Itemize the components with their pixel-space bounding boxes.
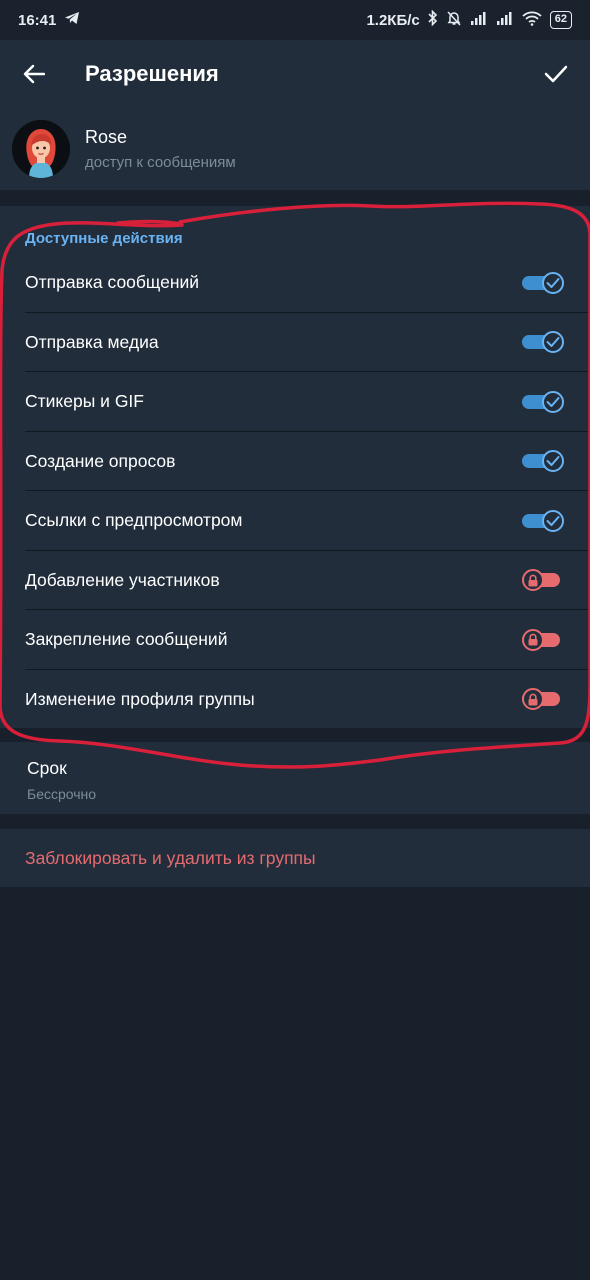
permission-row-send-media[interactable]: Отправка медиа bbox=[0, 313, 590, 372]
ban-label: Заблокировать и удалить из группы bbox=[25, 847, 316, 868]
permission-label: Создание опросов bbox=[25, 450, 176, 471]
status-bar: 16:41 1.2КБ/с 62 bbox=[0, 0, 590, 40]
lock-icon bbox=[522, 628, 544, 651]
lock-icon bbox=[522, 569, 544, 592]
status-time: 16:41 bbox=[18, 11, 57, 29]
section-header: Доступные действия bbox=[25, 230, 183, 247]
permission-row-change-group-info[interactable]: Изменение профиля группы bbox=[0, 670, 590, 730]
check-icon bbox=[542, 331, 564, 354]
ban-and-remove-button[interactable]: Заблокировать и удалить из группы bbox=[0, 829, 590, 887]
permission-toggle[interactable] bbox=[522, 628, 564, 652]
signal-icon bbox=[470, 11, 488, 29]
battery-icon: 62 bbox=[549, 11, 572, 29]
permission-toggle[interactable] bbox=[522, 449, 564, 473]
user-info: Rose доступ к сообщениям bbox=[0, 108, 590, 190]
permission-label: Добавление участников bbox=[25, 569, 220, 590]
permission-toggle[interactable] bbox=[522, 330, 564, 354]
check-icon bbox=[542, 390, 564, 413]
permission-toggle[interactable] bbox=[522, 390, 564, 414]
permission-row-create-polls[interactable]: Создание опросов bbox=[0, 432, 590, 491]
duration-label: Срок bbox=[27, 758, 67, 778]
permission-label: Ссылки с предпросмотром bbox=[25, 510, 243, 531]
checkmark-icon bbox=[544, 65, 568, 83]
save-button[interactable] bbox=[522, 40, 590, 108]
duration-setting[interactable]: Срок Бессрочно bbox=[0, 742, 590, 814]
page-title: Разрешения bbox=[85, 61, 219, 86]
permission-row-stickers-gif[interactable]: Стикеры и GIF bbox=[0, 372, 590, 432]
permission-label: Стикеры и GIF bbox=[25, 391, 144, 412]
telegram-icon bbox=[64, 11, 80, 29]
back-button[interactable] bbox=[0, 40, 68, 108]
permissions-section: Доступные действия Отправка сообщений От… bbox=[0, 206, 590, 728]
mute-icon bbox=[446, 10, 462, 30]
permission-row-add-members[interactable]: Добавление участников bbox=[0, 551, 590, 610]
user-text: Rose доступ к сообщениям bbox=[85, 127, 236, 171]
user-subtitle: доступ к сообщениям bbox=[85, 154, 236, 171]
user-name: Rose bbox=[85, 127, 128, 147]
signal-icon bbox=[496, 11, 514, 29]
permission-toggle[interactable] bbox=[522, 271, 564, 295]
duration-value: Бессрочно bbox=[27, 786, 97, 802]
status-right: 1.2КБ/с 62 bbox=[366, 9, 572, 30]
permission-row-link-previews[interactable]: Ссылки с предпросмотром bbox=[0, 491, 590, 551]
permission-toggle[interactable] bbox=[522, 509, 564, 533]
network-speed: 1.2КБ/с bbox=[366, 11, 420, 29]
check-icon bbox=[542, 509, 564, 532]
permissions-screen: 16:41 1.2КБ/с 62 Разрешения Rose доступ … bbox=[0, 0, 590, 1280]
permission-label: Изменение профиля группы bbox=[25, 688, 255, 709]
permission-row-pin-messages[interactable]: Закрепление сообщений bbox=[0, 610, 590, 670]
header: Разрешения bbox=[0, 40, 590, 108]
avatar bbox=[12, 120, 70, 178]
permission-label: Отправка медиа bbox=[25, 331, 159, 352]
permission-row-send-messages[interactable]: Отправка сообщений bbox=[0, 253, 590, 313]
permission-label: Отправка сообщений bbox=[25, 272, 200, 293]
bluetooth-icon bbox=[428, 9, 438, 30]
permission-toggle[interactable] bbox=[522, 687, 564, 711]
check-icon bbox=[542, 271, 564, 294]
check-icon bbox=[542, 450, 564, 473]
status-left: 16:41 bbox=[18, 11, 80, 29]
permission-toggle[interactable] bbox=[522, 568, 564, 592]
arrow-left-icon bbox=[23, 64, 45, 84]
permission-label: Закрепление сообщений bbox=[25, 629, 228, 650]
wifi-icon bbox=[522, 11, 542, 30]
lock-icon bbox=[522, 688, 544, 711]
